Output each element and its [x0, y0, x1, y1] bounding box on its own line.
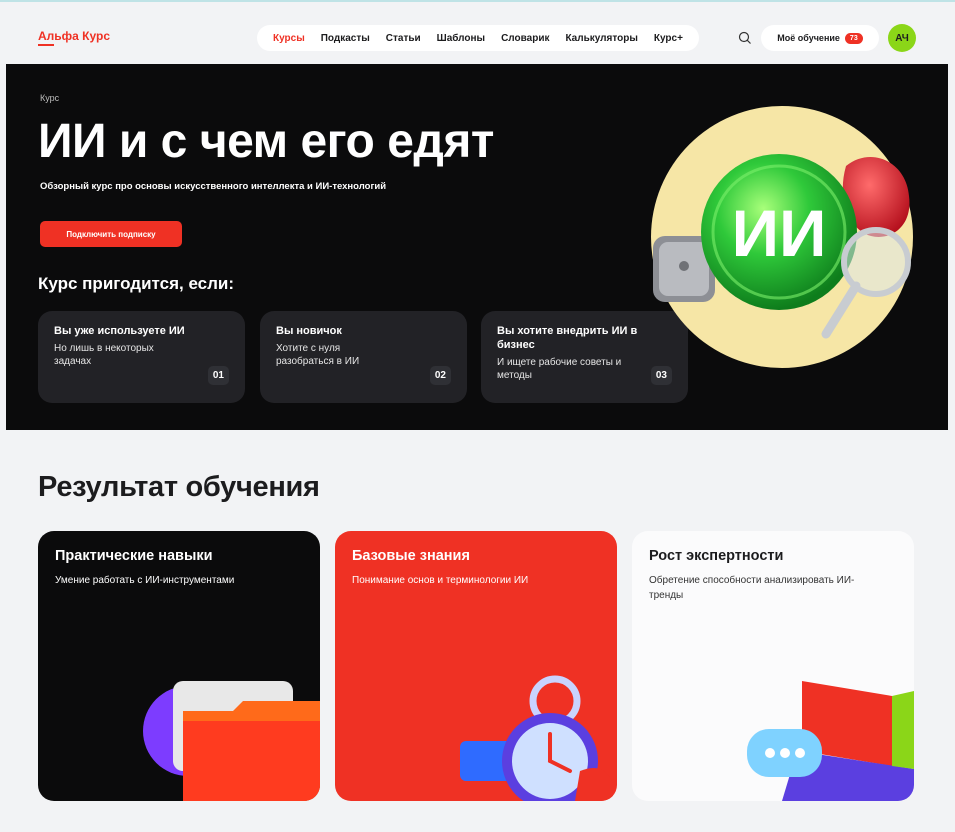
- result-card-title: Практические навыки: [55, 548, 213, 564]
- result-card-text: Понимание основ и терминологии ИИ: [352, 575, 529, 586]
- search-icon[interactable]: [737, 30, 753, 46]
- top-border: [0, 0, 955, 8]
- useful-heading: Курс пригодится, если:: [38, 274, 235, 293]
- audience-card-title: Вы хотите внедрить ИИ в бизнес: [497, 325, 638, 351]
- my-learning-button[interactable]: Моё обучение 73: [761, 25, 879, 51]
- main-nav: Курсы Подкасты Статьи Шаблоны Словарик К…: [257, 25, 699, 51]
- subscribe-button[interactable]: Подключить подписку: [40, 221, 182, 247]
- nav-templates[interactable]: Шаблоны: [437, 33, 485, 44]
- nav-course-plus[interactable]: Курс+: [654, 33, 683, 44]
- audience-card-title: Вы уже используете ИИ: [54, 325, 185, 337]
- results-title: Результат обучения: [38, 471, 320, 503]
- hero-section: Курс ИИ и с чем его едят Обзорный курс п…: [6, 64, 948, 430]
- hero-kicker: Курс: [40, 93, 60, 103]
- result-card-basics: Базовые знания Понимание основ и термино…: [335, 531, 617, 801]
- logo-underline: [38, 44, 54, 46]
- audience-card-text: Но лишь в некоторых задачах: [54, 342, 154, 368]
- nav-courses[interactable]: Курсы: [273, 33, 305, 44]
- nav-podcasts[interactable]: Подкасты: [321, 33, 370, 44]
- my-learning-count-badge: 73: [844, 32, 863, 44]
- hero-illustration: ИИ: [651, 106, 913, 368]
- result-card-text: Обретение способности анализировать ИИ-т…: [649, 575, 855, 601]
- result-card-title: Базовые знания: [352, 548, 470, 564]
- audience-card-number: 01: [207, 366, 229, 385]
- laptop-chat-illustration: [747, 681, 914, 801]
- nav-articles[interactable]: Статьи: [386, 33, 421, 44]
- result-card-title: Рост экспертности: [649, 548, 784, 564]
- logo[interactable]: Альфа Курс: [38, 29, 110, 43]
- nav-calculators[interactable]: Калькуляторы: [565, 33, 637, 44]
- avatar[interactable]: АЧ: [888, 24, 916, 52]
- audience-card-number: 02: [429, 366, 451, 385]
- result-card-text: Умение работать с ИИ-инструментами: [55, 575, 235, 586]
- nav-glossary[interactable]: Словарик: [501, 33, 549, 44]
- stopwatch-illustration: [460, 675, 613, 801]
- result-card-expertise: Рост экспертности Обретение способности …: [632, 531, 914, 801]
- audience-card: Вы новичок Хотите с нуля разобраться в И…: [260, 311, 467, 403]
- audience-card-number: 03: [650, 366, 672, 385]
- hero-art-label: ИИ: [732, 196, 827, 270]
- audience-card-text: Хотите с нуля разобраться в ИИ: [276, 342, 360, 368]
- page-title: ИИ и с чем его едят: [38, 115, 494, 168]
- audience-card: Вы уже используете ИИ Но лишь в некоторы…: [38, 311, 245, 403]
- hero-subtitle: Обзорный курс про основы искусственного …: [40, 181, 387, 192]
- audience-card-title: Вы новичок: [276, 325, 342, 337]
- my-learning-label: Моё обучение: [777, 33, 840, 43]
- folder-illustration: [143, 681, 320, 801]
- result-card-practical: Практические навыки Умение работать с ИИ…: [38, 531, 320, 801]
- audience-card-text: И ищете рабочие советы и методы: [497, 356, 622, 382]
- site-header: Альфа Курс Курсы Подкасты Статьи Шаблоны…: [0, 10, 955, 64]
